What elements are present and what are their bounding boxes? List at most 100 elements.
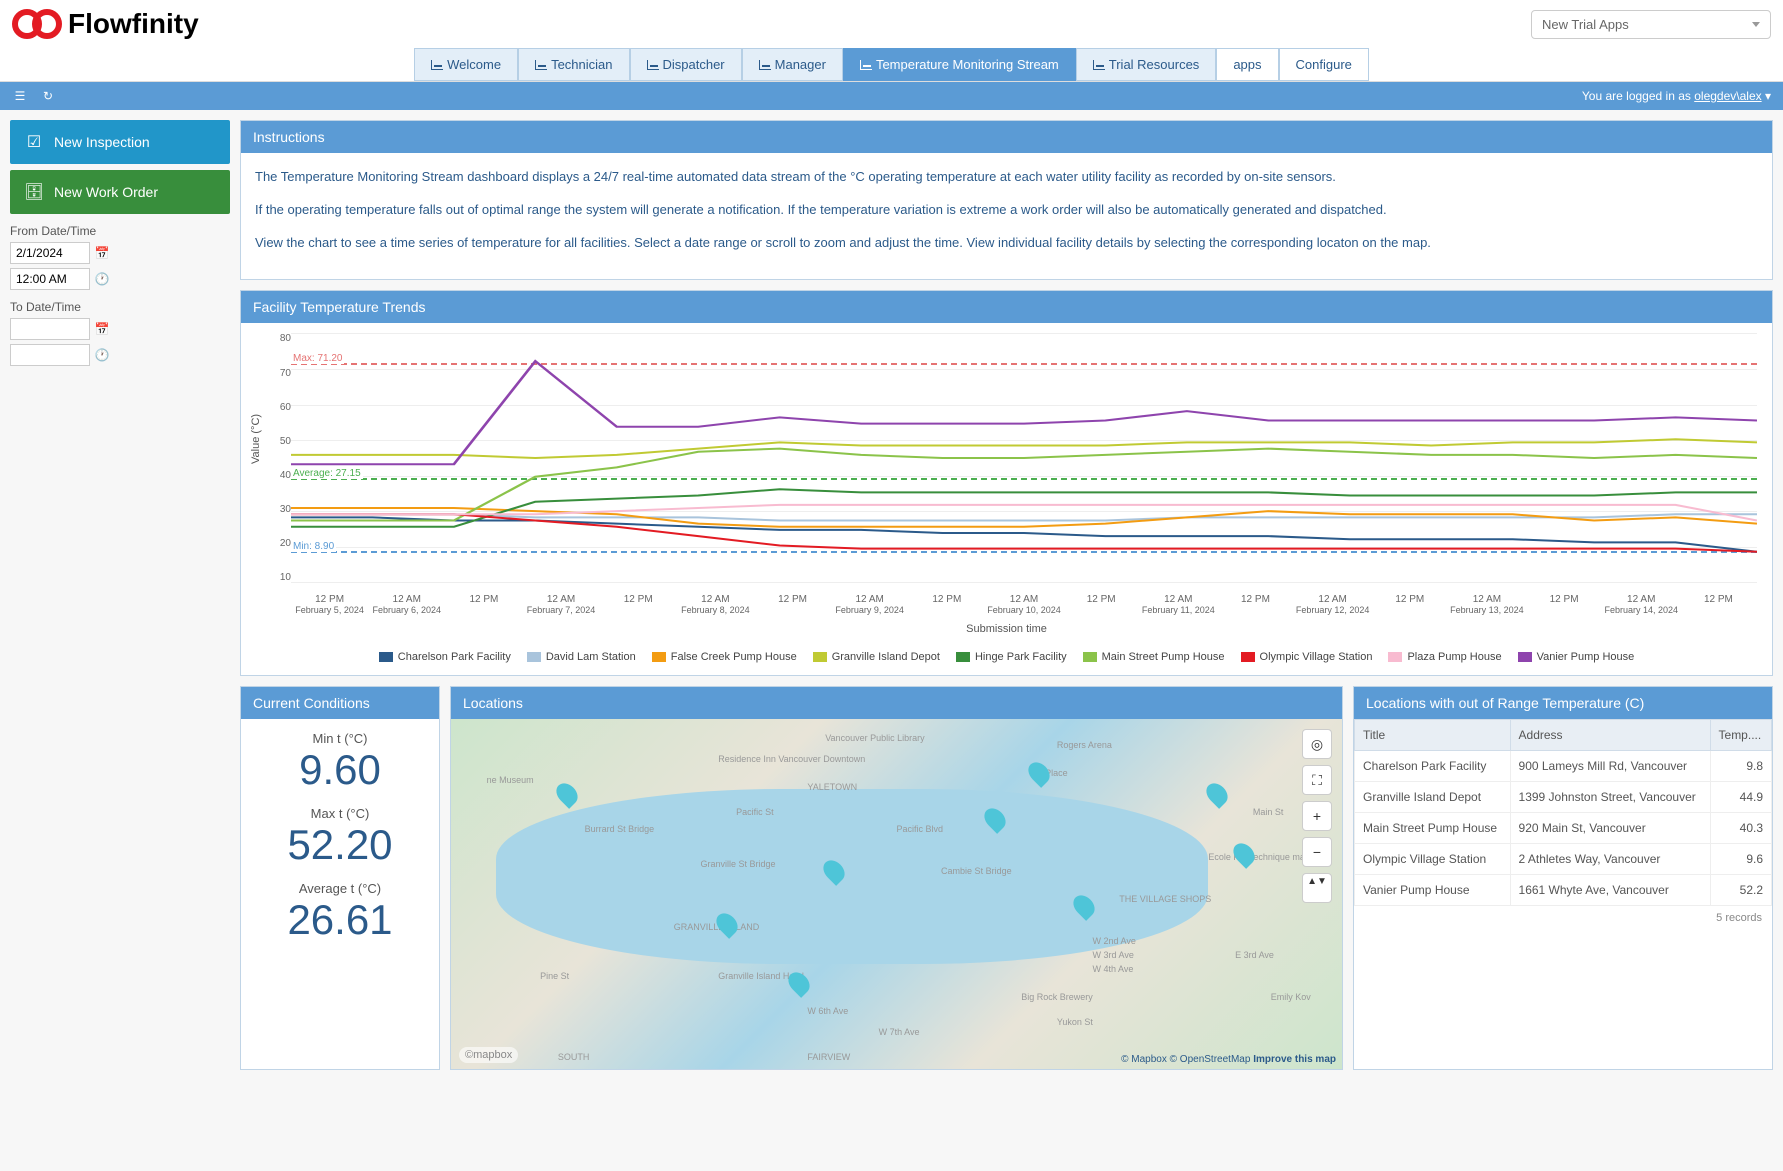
map-label: W 4th Ave [1093, 964, 1134, 974]
instructions-title: Instructions [241, 121, 1772, 153]
app-selector-value: New Trial Apps [1542, 17, 1629, 32]
legend-item[interactable]: David Lam Station [527, 651, 636, 663]
legend-item[interactable]: Plaza Pump House [1388, 651, 1501, 663]
conditions-title: Current Conditions [241, 687, 439, 719]
table-header[interactable]: Title [1355, 720, 1511, 751]
y-ticks: 8070605040302010 [271, 333, 291, 583]
max-label: Max t (°C) [253, 806, 427, 821]
map-label: SOUTH [558, 1052, 590, 1062]
legend-swatch [1083, 652, 1097, 662]
map-compass-button[interactable]: ▲▼ [1302, 873, 1332, 903]
out-of-range-panel: Locations with out of Range Temperature … [1353, 686, 1773, 1070]
nav-tab-apps[interactable]: apps [1216, 48, 1278, 81]
chart-icon [860, 60, 872, 70]
briefcase-icon: 🗄 [24, 182, 44, 202]
legend-swatch [527, 652, 541, 662]
clock-icon[interactable]: 🕐 [94, 347, 110, 363]
nav-tab-manager[interactable]: Manager [742, 48, 843, 81]
map-label: Big Rock Brewery [1021, 992, 1093, 1002]
map-label: Emily Kov [1271, 992, 1311, 1002]
new-work-order-button[interactable]: 🗄 New Work Order [10, 170, 230, 214]
osm-link[interactable]: © OpenStreetMap [1170, 1054, 1251, 1065]
from-time-input[interactable] [10, 268, 90, 290]
map-locate-button[interactable]: ◎ [1302, 729, 1332, 759]
map-label: Rogers Arena [1057, 740, 1112, 750]
x-axis-label: Submission time [966, 623, 1047, 635]
chart-icon [1093, 60, 1105, 70]
calendar-icon[interactable]: 📅 [94, 321, 110, 337]
map-zoom-out-button[interactable]: − [1302, 837, 1332, 867]
legend-item[interactable]: Main Street Pump House [1083, 651, 1225, 663]
new-inspection-label: New Inspection [54, 134, 150, 150]
chevron-down-icon[interactable]: ▾ [1765, 89, 1771, 103]
nav-tab-temperature-monitoring-stream[interactable]: Temperature Monitoring Stream [843, 48, 1076, 81]
new-work-order-label: New Work Order [54, 184, 158, 200]
to-time-input[interactable] [10, 344, 90, 366]
map[interactable]: Vancouver Public Library Residence Inn Va… [451, 719, 1342, 1069]
menu-icon[interactable]: ☰ [12, 88, 28, 104]
chart-icon [759, 60, 771, 70]
table-header[interactable]: Temp.... [1710, 720, 1771, 751]
table-row[interactable]: Charelson Park Facility900 Lameys Mill R… [1355, 751, 1772, 782]
table-header[interactable]: Address [1510, 720, 1710, 751]
nav-tab-trial-resources[interactable]: Trial Resources [1076, 48, 1217, 81]
table-row[interactable]: Granville Island Depot1399 Johnston Stre… [1355, 782, 1772, 813]
instructions-p3: View the chart to see a time series of t… [255, 233, 1758, 254]
map-label: W 3rd Ave [1093, 950, 1134, 960]
app-selector[interactable]: New Trial Apps [1531, 10, 1771, 39]
instructions-p1: The Temperature Monitoring Stream dashbo… [255, 167, 1758, 188]
clock-icon[interactable]: 🕐 [94, 271, 110, 287]
refresh-icon[interactable]: ↻ [40, 88, 56, 104]
legend-swatch [379, 652, 393, 662]
calendar-icon[interactable]: 📅 [94, 245, 110, 261]
legend-item[interactable]: False Creek Pump House [652, 651, 797, 663]
table-row[interactable]: Vanier Pump House1661 Whyte Ave, Vancouv… [1355, 875, 1772, 906]
map-label: W 6th Ave [807, 1006, 848, 1016]
min-label: Min t (°C) [253, 731, 427, 746]
legend-item[interactable]: Charelson Park Facility [379, 651, 511, 663]
mapbox-link[interactable]: © Mapbox [1121, 1054, 1167, 1065]
map-label: Yukon St [1057, 1017, 1093, 1027]
legend-swatch [1241, 652, 1255, 662]
legend-swatch [652, 652, 666, 662]
map-zoom-in-button[interactable]: + [1302, 801, 1332, 831]
oor-title: Locations with out of Range Temperature … [1354, 687, 1772, 719]
from-date-label: From Date/Time [10, 224, 230, 238]
nav-tab-technician[interactable]: Technician [518, 48, 629, 81]
from-date-input[interactable] [10, 242, 90, 264]
instructions-panel: Instructions The Temperature Monitoring … [240, 120, 1773, 280]
nav-tab-dispatcher[interactable]: Dispatcher [630, 48, 742, 81]
user-name-link[interactable]: olegdev\alex [1694, 89, 1761, 103]
chart-icon [535, 60, 547, 70]
map-label: Vancouver Public Library [825, 733, 924, 743]
chart-panel: Facility Temperature Trends Value (°C) 8… [240, 290, 1773, 676]
chart-icon [647, 60, 659, 70]
legend-item[interactable]: Hinge Park Facility [956, 651, 1067, 663]
new-inspection-button[interactable]: ☑ New Inspection [10, 120, 230, 164]
nav-tab-welcome[interactable]: Welcome [414, 48, 518, 81]
legend-item[interactable]: Olympic Village Station [1241, 651, 1373, 663]
map-label: Residence Inn Vancouver Downtown [718, 754, 865, 764]
locations-panel: Locations Vancouver Public LibraryReside… [450, 686, 1343, 1070]
chevron-down-icon [1752, 22, 1760, 27]
improve-map-link[interactable]: Improve this map [1253, 1054, 1336, 1065]
to-date-input[interactable] [10, 318, 90, 340]
table-row[interactable]: Main Street Pump House920 Main St, Vanco… [1355, 813, 1772, 844]
conditions-panel: Current Conditions Min t (°C) 9.60 Max t… [240, 686, 440, 1070]
instructions-p2: If the operating temperature falls out o… [255, 200, 1758, 221]
map-label: Pine St [540, 971, 569, 981]
map-label: E 3rd Ave [1235, 950, 1274, 960]
legend-item[interactable]: Vanier Pump House [1518, 651, 1635, 663]
legend-swatch [1388, 652, 1402, 662]
map-label: FAIRVIEW [807, 1052, 850, 1062]
map-fullscreen-button[interactable]: ⛶ [1302, 765, 1332, 795]
y-axis-label: Value (°C) [250, 414, 262, 464]
legend-item[interactable]: Granville Island Depot [813, 651, 940, 663]
map-label: W 7th Ave [879, 1027, 920, 1037]
table-row[interactable]: Olympic Village Station2 Athletes Way, V… [1355, 844, 1772, 875]
min-value: 9.60 [253, 746, 427, 794]
nav-tab-configure[interactable]: Configure [1279, 48, 1369, 81]
chart-area[interactable]: Value (°C) 8070605040302010 Max: 71.20 A… [241, 323, 1772, 643]
user-info: You are logged in as olegdev\alex ▾ [1582, 89, 1771, 103]
brand-logo: Flowfinity [12, 8, 199, 40]
